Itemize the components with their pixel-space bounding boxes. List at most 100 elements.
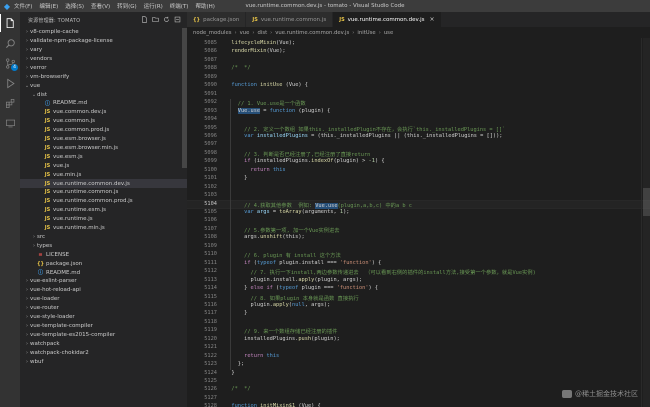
tree-file[interactable]: JS vue.js xyxy=(20,162,187,171)
code-line: // 9. 来一个数组存储已经注册的插件 xyxy=(225,327,337,335)
line-number: 5114 xyxy=(204,285,217,292)
line-number: 5118 xyxy=(204,318,217,325)
tree-folder[interactable]: › vue-eslint-parser xyxy=(20,277,187,286)
menu-item[interactable]: 帮助(H) xyxy=(195,2,214,10)
js-file-icon: JS xyxy=(44,171,51,178)
tree-item-label: vue.esm.browser.js xyxy=(53,136,106,143)
tree-file[interactable]: JS vue.min.js xyxy=(20,170,187,179)
code-token: (plugin) { xyxy=(295,107,331,114)
tree-file[interactable]: JS vue.runtime.esm.js xyxy=(20,206,187,215)
breadcrumb-item[interactable]: initUse xyxy=(357,30,375,36)
tree-item-label: vue-eslint-parser xyxy=(30,278,77,285)
line-number: 5091 xyxy=(204,90,217,97)
tree-file[interactable]: JS vue.common.js xyxy=(20,117,187,126)
code-token: (arguments, xyxy=(301,209,340,215)
tree-file[interactable]: ⓘ README.md xyxy=(20,268,187,277)
breadcrumb-item[interactable]: node_modules xyxy=(193,30,231,36)
tree-item-label: vue.runtime.min.js xyxy=(53,225,105,232)
code-token: args. xyxy=(225,234,261,241)
new-folder-button[interactable] xyxy=(152,15,159,23)
tree-folder[interactable]: ⌄ dist xyxy=(20,90,187,99)
menu-item[interactable]: 编辑(E) xyxy=(39,2,58,10)
code-token: (plugin, args); xyxy=(314,276,363,283)
breadcrumb-item[interactable]: use xyxy=(384,30,393,36)
breadcrumb-item[interactable]: vue xyxy=(240,30,250,36)
menu-item[interactable]: 查看(V) xyxy=(91,2,110,10)
code-token: // 1. Vue.use是一个函数 xyxy=(225,101,306,108)
tree-item-label: src xyxy=(37,233,46,240)
tree-folder[interactable]: › vue-hot-reload-api xyxy=(20,286,187,295)
tree-folder[interactable]: › vm-browserify xyxy=(20,73,187,82)
run-debug-button[interactable] xyxy=(0,74,20,92)
collapse-all-button[interactable] xyxy=(174,15,181,23)
line-number: 5106 xyxy=(204,217,217,224)
tree-file[interactable]: ≡ LICENSE xyxy=(20,251,187,260)
menu-item[interactable]: 选择(S) xyxy=(65,2,84,10)
breadcrumb-item[interactable]: vue.runtime.common.dev.js xyxy=(275,30,349,36)
explorer-button[interactable] xyxy=(0,14,20,32)
breadcrumb-item[interactable]: dist xyxy=(258,30,268,36)
tree-folder[interactable]: ⌄ vue xyxy=(20,81,187,90)
editor-scroll-thumb[interactable] xyxy=(643,188,650,216)
tree-folder[interactable]: › vue-router xyxy=(20,304,187,313)
line-number: 5104 xyxy=(204,200,217,207)
tree-file[interactable]: JS vue.runtime.common.prod.js xyxy=(20,197,187,206)
code-token: // 9. 来一个数组存储已经注册的插件 xyxy=(225,329,338,336)
extensions-button[interactable] xyxy=(0,94,20,112)
tree-file[interactable]: JS vue.runtime.common.dev.js xyxy=(20,179,187,188)
refresh-button[interactable] xyxy=(163,15,170,23)
tree-file[interactable]: JS vue.runtime.min.js xyxy=(20,224,187,233)
code-token: function xyxy=(231,82,257,89)
tree-file[interactable]: ⓘ README.md xyxy=(20,99,187,108)
tree-folder[interactable]: › vue-template-es2015-compiler xyxy=(20,331,187,340)
tree-folder[interactable]: › vue-style-loader xyxy=(20,313,187,322)
code-editor[interactable]: 5085 lifecycleMixin(Vue); 5086 renderMixi… xyxy=(187,38,650,407)
tree-item-label: vue.common.prod.js xyxy=(53,127,110,134)
tree-file[interactable]: JS vue.esm.browser.js xyxy=(20,135,187,144)
search-button[interactable] xyxy=(0,34,20,52)
tree-file[interactable]: JS vue.common.prod.js xyxy=(20,126,187,135)
tree-folder[interactable]: › vendors xyxy=(20,55,187,64)
tree-folder[interactable]: › wbuf xyxy=(20,357,187,366)
tab-file-icon: JS xyxy=(339,16,345,23)
code-token: ); xyxy=(343,209,350,215)
tree-file[interactable]: JS vue.esm.browser.min.js xyxy=(20,144,187,153)
tree-folder[interactable]: › src xyxy=(20,233,187,242)
new-file-button[interactable] xyxy=(141,15,148,23)
menu-item[interactable]: 转到(G) xyxy=(117,2,137,10)
tree-file[interactable]: JS vue.runtime.common.js xyxy=(20,188,187,197)
source-control-button[interactable]: 4 xyxy=(0,54,20,72)
tree-folder[interactable]: › vue-loader xyxy=(20,295,187,304)
menu-item[interactable]: 终端(T) xyxy=(170,2,189,10)
tree-file[interactable]: {} package.json xyxy=(20,259,187,268)
close-tab-icon[interactable]: × xyxy=(430,16,435,23)
code-token: = (this._installedPlugins || (this._inst… xyxy=(307,132,503,139)
tree-folder[interactable]: › validate-npm-package-license xyxy=(20,37,187,46)
tree-folder[interactable]: › types xyxy=(20,242,187,251)
tree-folder[interactable]: › vue-template-compiler xyxy=(20,322,187,331)
editor-scrollbar[interactable] xyxy=(643,38,650,407)
menu-item[interactable]: 运行(R) xyxy=(144,2,163,10)
tree-file[interactable]: JS vue.esm.js xyxy=(20,153,187,162)
tree-file[interactable]: JS vue.runtime.js xyxy=(20,215,187,224)
code-line: } xyxy=(225,370,234,376)
editor-tab[interactable]: {} package.json xyxy=(187,12,247,27)
tree-folder[interactable]: › watchpack xyxy=(20,340,187,349)
tree-file[interactable]: JS vue.common.dev.js xyxy=(20,108,187,117)
editor-tab[interactable]: JS vue.runtime.common.dev.js × xyxy=(333,12,442,27)
tree-folder[interactable]: › watchpack-chokidar2 xyxy=(20,348,187,357)
code-line: if (typeof plugin.install === 'function'… xyxy=(225,260,381,266)
tree-folder[interactable]: › v8-compile-cache xyxy=(20,28,187,37)
tree-folder[interactable]: › vary xyxy=(20,46,187,55)
minimap-divider xyxy=(641,38,642,407)
js-file-icon: JS xyxy=(44,127,51,134)
tree-folder[interactable]: › verror xyxy=(20,64,187,73)
remote-button[interactable] xyxy=(0,114,20,132)
menu-item[interactable]: 文件(F) xyxy=(14,2,32,10)
search-icon xyxy=(5,38,15,48)
js-file-icon: JS xyxy=(44,198,51,205)
code-line: } xyxy=(225,175,247,181)
editor-tab[interactable]: JS vue.runtime.common.js xyxy=(246,12,334,27)
code-line: // 4.获取其他参数 例如: Vue.use(plugin,a,b,c) 中的… xyxy=(225,201,412,209)
